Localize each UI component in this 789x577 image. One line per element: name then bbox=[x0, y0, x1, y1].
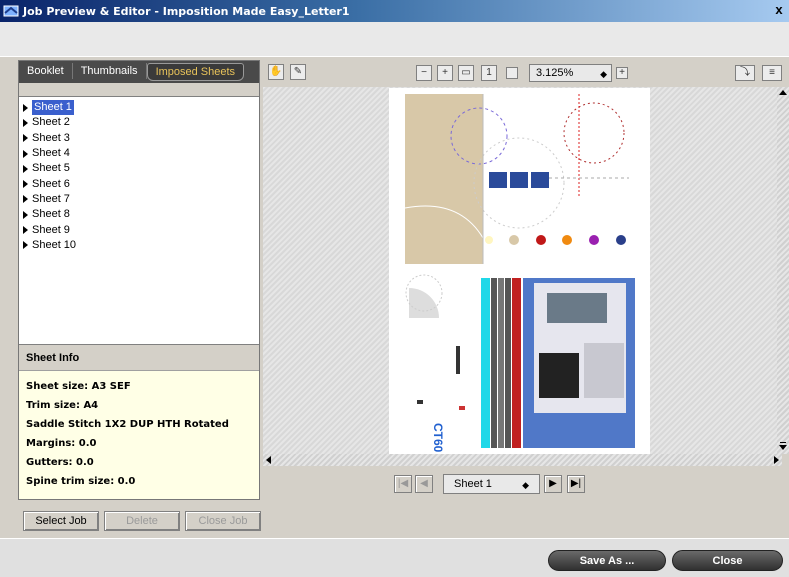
expand-arrow-icon[interactable] bbox=[23, 195, 28, 204]
margins-text: Margins: 0.0 bbox=[26, 438, 97, 449]
spine-trim-text: Spine trim size: 0.0 bbox=[26, 476, 136, 487]
expand-arrow-icon[interactable] bbox=[23, 149, 28, 158]
list-item[interactable]: Sheet 5 bbox=[19, 161, 259, 176]
select-job-button[interactable]: Select Job bbox=[23, 511, 99, 531]
horizontal-scrollbar[interactable] bbox=[263, 454, 782, 466]
list-item[interactable]: Sheet 1 bbox=[19, 100, 259, 116]
sheet-info-panel: Sheet size: A3 SEF Trim size: A4 Saddle … bbox=[19, 371, 259, 499]
vertical-scrollbar[interactable] bbox=[777, 87, 789, 454]
expand-arrow-icon[interactable] bbox=[23, 164, 28, 173]
pen-tool-icon[interactable]: ✎ bbox=[290, 64, 306, 80]
delete-button[interactable]: Delete bbox=[104, 511, 180, 531]
window-title: Job Preview & Editor - Imposition Made E… bbox=[23, 4, 350, 18]
first-sheet-button[interactable]: |◀ bbox=[394, 475, 412, 493]
trim-size-text: Trim size: A4 bbox=[26, 400, 99, 411]
page-flip-icon[interactable]: ⤵ bbox=[735, 65, 755, 81]
zoom-minus-step-icon[interactable] bbox=[506, 67, 518, 79]
tab-bar: Booklet Thumbnails Imposed Sheets bbox=[19, 61, 259, 83]
expand-arrow-icon[interactable] bbox=[23, 241, 28, 250]
preview-logo-text: CT60 bbox=[431, 423, 445, 453]
imposed-sheet-preview: CT60 bbox=[389, 88, 650, 454]
sheet-selector-value: Sheet 1 bbox=[454, 478, 492, 490]
hand-tool-icon[interactable]: ✋ bbox=[268, 64, 284, 80]
sheet-artwork: CT60 bbox=[404, 94, 635, 453]
app-icon bbox=[3, 4, 19, 18]
list-item[interactable]: Sheet 4 bbox=[19, 146, 259, 161]
sheet-spin-icon[interactable]: ◆ bbox=[522, 476, 529, 494]
sheet-size-text: Sheet size: A3 SEF bbox=[26, 381, 131, 392]
list-item[interactable]: Sheet 6 bbox=[19, 176, 259, 191]
job-preview-window: Job Preview & Editor - Imposition Made E… bbox=[0, 0, 789, 577]
imposition-method-text: Saddle Stitch 1X2 DUP HTH Rotated bbox=[26, 419, 229, 430]
list-item[interactable]: Sheet 8 bbox=[19, 207, 259, 222]
gutters-text: Gutters: 0.0 bbox=[26, 457, 94, 468]
fit-page-icon[interactable]: ▭ bbox=[458, 65, 474, 81]
layout-options-icon[interactable]: ≡ bbox=[762, 65, 782, 81]
list-item[interactable]: Sheet 10 bbox=[19, 238, 259, 253]
expand-arrow-icon[interactable] bbox=[23, 134, 28, 143]
expand-arrow-icon[interactable] bbox=[23, 118, 28, 127]
title-bar: Job Preview & Editor - Imposition Made E… bbox=[0, 0, 789, 22]
sheet-selector[interactable]: Sheet 1 ◆ bbox=[443, 474, 540, 494]
list-item[interactable]: Sheet 9 bbox=[19, 222, 259, 237]
tab-booklet[interactable]: Booklet bbox=[19, 63, 73, 79]
expand-arrow-icon[interactable] bbox=[23, 226, 28, 235]
sheet-info-header: Sheet Info bbox=[19, 344, 259, 371]
actual-size-icon[interactable]: 1 bbox=[481, 65, 497, 81]
save-as-button[interactable]: Save As ... bbox=[548, 550, 666, 571]
header-band bbox=[0, 22, 789, 57]
last-sheet-button[interactable]: ▶| bbox=[567, 475, 585, 493]
sheet-list: Sheet 1 Sheet 2 Sheet 3 Sheet 4 Sheet 5 … bbox=[19, 98, 259, 343]
next-sheet-button[interactable]: ▶ bbox=[544, 475, 562, 493]
list-item[interactable]: Sheet 3 bbox=[19, 131, 259, 146]
zoom-plus-step-icon[interactable]: + bbox=[616, 67, 628, 79]
zoom-out-icon[interactable]: − bbox=[416, 65, 432, 81]
close-job-button[interactable]: Close Job bbox=[185, 511, 261, 531]
expand-arrow-icon[interactable] bbox=[23, 210, 28, 219]
close-window-icon[interactable]: x bbox=[772, 3, 786, 17]
tab-strip bbox=[19, 83, 259, 97]
tab-thumbnails[interactable]: Thumbnails bbox=[73, 63, 147, 79]
left-panel: Booklet Thumbnails Imposed Sheets Sheet … bbox=[18, 60, 260, 500]
tab-imposed-sheets[interactable]: Imposed Sheets bbox=[146, 63, 245, 81]
zoom-in-icon[interactable]: + bbox=[437, 65, 453, 81]
expand-arrow-icon[interactable] bbox=[23, 103, 28, 112]
zoom-spin-icon[interactable]: ◆ bbox=[600, 66, 607, 82]
expand-arrow-icon[interactable] bbox=[23, 180, 28, 189]
zoom-level-value: 3.125% bbox=[536, 67, 574, 79]
close-button[interactable]: Close bbox=[672, 550, 783, 571]
previous-sheet-button[interactable]: ◀ bbox=[415, 475, 433, 493]
list-item[interactable]: Sheet 7 bbox=[19, 192, 259, 207]
footer-bar bbox=[0, 538, 789, 577]
list-item[interactable]: Sheet 2 bbox=[19, 115, 259, 130]
zoom-level-field[interactable]: 3.125% ◆ bbox=[529, 64, 612, 82]
